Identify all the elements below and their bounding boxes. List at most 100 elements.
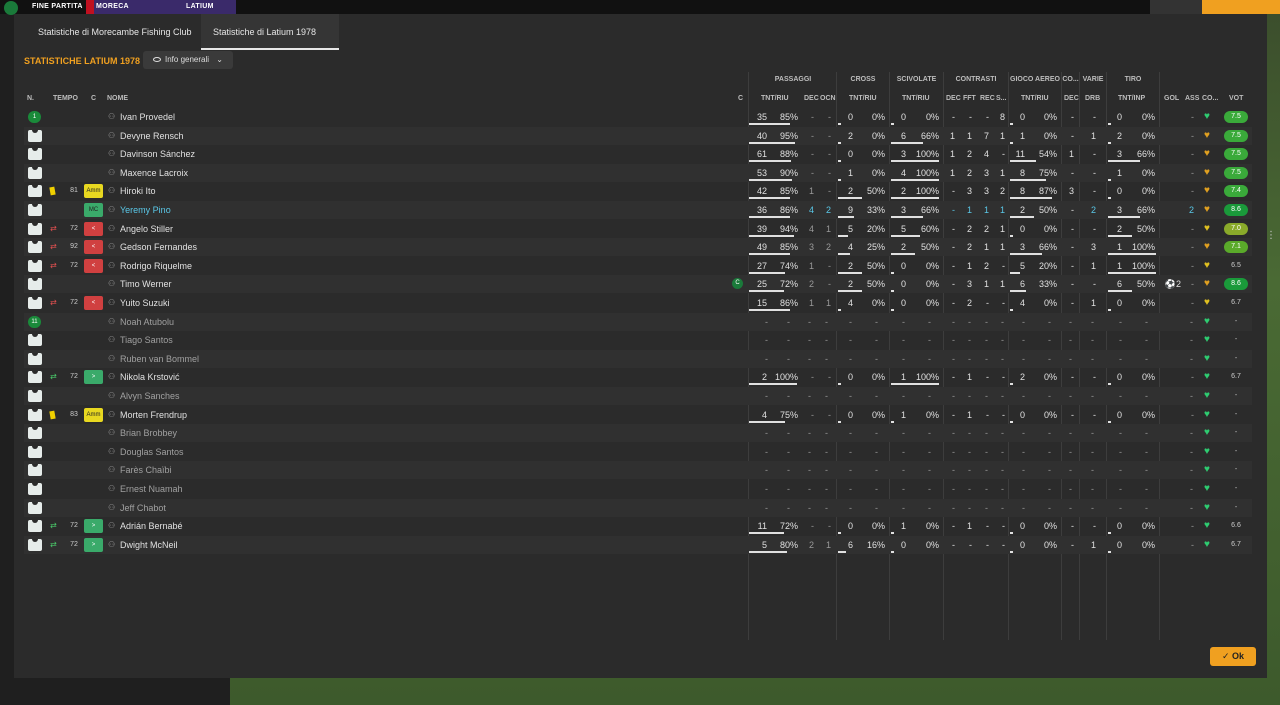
view-dropdown[interactable]: Info generali ⌄: [143, 51, 233, 69]
player-name[interactable]: Ivan Provedel: [120, 108, 175, 126]
table-row[interactable]: ⚇ Ruben van Bommel - - - - - - - - - - - - - - - - - - - ♥ -: [24, 350, 1252, 368]
tab-latium[interactable]: Statistiche di Latium 1978: [201, 14, 339, 50]
pass-bar: [749, 253, 790, 255]
table-row[interactable]: ⇄ 72 > ⚇ Dwight McNeil 5 80% 2 1 6 16% 0 0% - - - -0 0% -1…: [24, 536, 1252, 554]
table-row[interactable]: MC ⚇ Yeremy Pino 36 86% 4 2 9 33% 3 66% -1 1 1 2 50% -2 3…: [24, 201, 1252, 219]
col-header-nome[interactable]: NOME: [107, 95, 128, 102]
continue-button[interactable]: [1202, 0, 1280, 14]
table-row[interactable]: ⚇ Alvyn Sanches - - - - - - - - - - - - - - - - - - - ♥ -: [24, 387, 1252, 405]
col-header-gol[interactable]: GOL: [1164, 95, 1179, 102]
player-name[interactable]: Ruben van Bommel: [120, 350, 199, 368]
contrasti-s: 1: [999, 205, 1005, 215]
player-rating: 7.5: [1224, 111, 1248, 123]
table-row[interactable]: ⚇ Jeff Chabot - - - - - - - - - - - - - - - - - - - ♥ -: [24, 499, 1252, 517]
player-rating: 6.7: [1231, 541, 1241, 548]
stat-sc-tnt: -: [902, 391, 905, 401]
player-name[interactable]: Jeff Chabot: [120, 499, 166, 517]
stat-a-tnt: -: [1022, 484, 1025, 494]
col-header-n[interactable]: N.: [27, 95, 34, 102]
col-header-con-rec[interactable]: REC: [980, 95, 995, 102]
contrasti-rec: 1: [983, 205, 989, 215]
dribbles: -: [1093, 372, 1096, 382]
stat-p-pct: -: [787, 503, 790, 513]
table-row[interactable]: 83 Amm ⚇ Morten Frendrup 4 75% - -0 0% 1 0% -1- -0 0%…: [24, 406, 1252, 424]
player-name[interactable]: Dwight McNeil: [120, 536, 178, 554]
col-header-tiro-tnt-inp[interactable]: TNT/INP: [1118, 95, 1145, 102]
col-header-cross-tnt-riu[interactable]: TNT/RIU: [849, 95, 877, 102]
col-header-con-s[interactable]: S...: [996, 95, 1007, 102]
side-handle-icon[interactable]: ⋮: [1266, 230, 1280, 260]
col-header-co[interactable]: CO...: [1202, 95, 1218, 102]
player-name[interactable]: Adrián Bernabé: [120, 517, 183, 535]
player-name[interactable]: Morten Frendrup: [120, 406, 187, 424]
player-name[interactable]: Farès Chaïbi: [120, 461, 172, 479]
table-row[interactable]: ⚇ Ernest Nuamah - - - - - - - - - - - - - - - - - - - ♥ -: [24, 480, 1252, 498]
player-name[interactable]: Gedson Fernandes: [120, 238, 197, 256]
table-row[interactable]: 81 Amm ⚇ Hiroki Ito 42 85% 1-2 50% 2 100% -3 3 2 8 87%…: [24, 182, 1252, 200]
col-header-con-dec[interactable]: DEC: [946, 95, 961, 102]
contrasti-dec: -: [952, 205, 955, 215]
col-header-drb[interactable]: DRB: [1085, 95, 1100, 102]
table-row[interactable]: ⚇ Tiago Santos - - - - - - - - - - - - - - - - - - - ♥ -: [24, 331, 1252, 349]
table-row[interactable]: ⇄ 72 < ⚇ Rodrigo Riquelme 27 74% 1-2 50% 0 0% -1 2-5…: [24, 257, 1252, 275]
tab-morecambe[interactable]: Statistiche di Morecambe Fishing Club: [26, 14, 202, 50]
shirt-icon: [28, 464, 42, 476]
player-name[interactable]: Timo Werner: [120, 275, 172, 293]
table-row[interactable]: ⇄ 72 > ⚇ Adrián Bernabé 11 72% - -0 0% 1 0% -1- -0 0% -…: [24, 517, 1252, 535]
col-header-sciv-tnt-riu[interactable]: TNT/RIU: [902, 95, 930, 102]
table-row[interactable]: ⚇ Farès Chaïbi - - - - - - - - - - - - - - - - - - - ♥ -: [24, 461, 1252, 479]
col-header-co-dec[interactable]: DEC: [1064, 95, 1079, 102]
stat-p-ocn: -: [825, 447, 828, 457]
shirt-icon: [28, 241, 42, 253]
player-name[interactable]: Maxence Lacroix: [120, 164, 188, 182]
stat-sc-tnt: -: [902, 317, 905, 327]
ok-button[interactable]: ✓ Ok: [1210, 647, 1256, 666]
col-header-tempo[interactable]: TEMPO: [53, 95, 78, 102]
col-header-pass-ocn[interactable]: OCN: [820, 95, 836, 102]
pass-dec: 4: [808, 205, 814, 215]
table-row[interactable]: ⇄ 92 < ⚇ Gedson Fernandes 49 85% 3 2 4 25% 2 50% -2 1 1…: [24, 238, 1252, 256]
col-header-pass-tnt-riu[interactable]: TNT/RIU: [761, 95, 789, 102]
player-name[interactable]: Douglas Santos: [120, 443, 184, 461]
group-header-contrasti: CONTRASTI: [955, 76, 997, 83]
col-header-aereo-tnt-riu[interactable]: TNT/RIU: [1021, 95, 1049, 102]
player-name[interactable]: Brian Brobbey: [120, 424, 177, 442]
player-name[interactable]: Ernest Nuamah: [120, 480, 183, 498]
stat-p-pct: -: [787, 484, 790, 494]
player-name[interactable]: Alvyn Sanches: [120, 387, 180, 405]
player-name[interactable]: Rodrigo Riquelme: [120, 257, 192, 275]
col-header-captain[interactable]: C: [738, 95, 743, 102]
table-row[interactable]: ⚇ Devyne Rensch 40 95% - -2 0% 6 66% 1 1 7 1 1 0% -1 2 0%…: [24, 127, 1252, 145]
player-name[interactable]: Devyne Rensch: [120, 127, 184, 145]
player-name[interactable]: Yeremy Pino: [120, 201, 171, 219]
tackle-bar: [891, 235, 920, 237]
table-row[interactable]: ⚇ Brian Brobbey - - - - - - - - - - - - - - - - - - - ♥ -: [24, 424, 1252, 442]
col-header-con-fft[interactable]: FFT: [963, 95, 976, 102]
table-row[interactable]: ⇄ 72 > ⚇ Nikola Krstović 2 100% - -0 0% 1 100% -1- -2…: [24, 368, 1252, 386]
player-name[interactable]: Angelo Stiller: [120, 220, 173, 238]
col-header-ass[interactable]: ASS: [1185, 95, 1199, 102]
player-name[interactable]: Tiago Santos: [120, 331, 173, 349]
table-row[interactable]: ⚇ Timo Werner C 25 72% 2-2 50% 0 0% -3 1 1 6 33% - -6 50…: [24, 275, 1252, 293]
table-row[interactable]: ⇄ 72 < ⚇ Yuito Suzuki 15 86% 1 1 4 0% 0 0% -2- -4 0% -1 0…: [24, 294, 1252, 312]
col-header-pass-dec[interactable]: DEC: [804, 95, 819, 102]
stat-t-pct: -: [1145, 503, 1148, 513]
table-row[interactable]: 1 ⚇ Ivan Provedel 35 85% - -0 0% 0 0% - - -8 0 0% - -0 0%…: [24, 108, 1252, 126]
tackle-bar: [891, 532, 894, 534]
contrasti-fft: 1: [966, 205, 972, 215]
table-row[interactable]: 11 ⚇ Noah Atubolu - - - - - - - - - - - - - - - - - - - ♥ -: [24, 313, 1252, 331]
cross-bar: [838, 216, 854, 218]
player-name[interactable]: Noah Atubolu: [120, 313, 174, 331]
table-row[interactable]: ⚇ Maxence Lacroix 53 90% - -1 0% 4 100% 1 2 3 1 8 75% -…: [24, 164, 1252, 182]
player-name[interactable]: Yuito Suzuki: [120, 294, 170, 312]
player-name[interactable]: Davinson Sánchez: [120, 145, 195, 163]
col-header-c[interactable]: C: [91, 95, 96, 102]
tackle-attempted: 1: [900, 410, 906, 420]
col-header-voto[interactable]: VOT: [1229, 95, 1243, 102]
stat-p-pct: -: [787, 317, 790, 327]
table-row[interactable]: ⇄ 72 < ⚇ Angelo Stiller 39 94% 4 1 5 20% 5 60% -2 2 1 0 0…: [24, 220, 1252, 238]
player-name[interactable]: Hiroki Ito: [120, 182, 156, 200]
player-name[interactable]: Nikola Krstović: [120, 368, 180, 386]
table-row[interactable]: ⚇ Douglas Santos - - - - - - - - - - - - - - - - - - - ♥ -: [24, 443, 1252, 461]
table-row[interactable]: ⚇ Davinson Sánchez 61 88% - -0 0% 3 100% 1 2 4-11 54…: [24, 145, 1252, 163]
